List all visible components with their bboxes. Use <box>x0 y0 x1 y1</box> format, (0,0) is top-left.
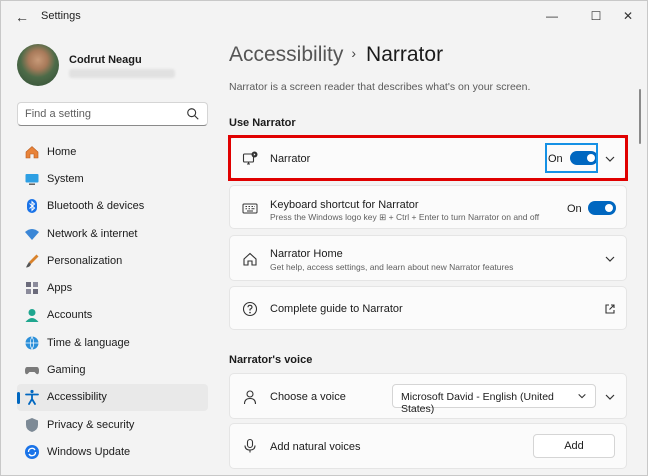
keyboard-shortcut-title: Keyboard shortcut for Narrator <box>270 199 419 211</box>
accounts-icon <box>24 307 40 323</box>
keyboard-shortcut-card: Keyboard shortcut for Narrator Press the… <box>229 185 627 229</box>
sidebar-item-label: Accessibility <box>47 391 107 404</box>
breadcrumb-parent[interactable]: Accessibility <box>229 43 343 66</box>
breadcrumb-separator: › <box>351 45 357 61</box>
sidebar-item-bluetooth[interactable]: Bluetooth & devices <box>17 193 208 220</box>
shield-icon <box>24 417 40 433</box>
sidebar-item-home[interactable]: Home <box>17 138 208 165</box>
apps-icon <box>24 280 40 296</box>
sidebar-item-label: Bluetooth & devices <box>47 200 145 213</box>
minimize-button[interactable]: — <box>537 5 567 27</box>
narrator-home-title: Narrator Home <box>270 248 343 260</box>
sidebar-item-label: Personalization <box>47 254 123 267</box>
avatar[interactable] <box>17 44 59 86</box>
sidebar-item-personalization[interactable]: Personalization <box>17 247 208 274</box>
natural-voices-title: Add natural voices <box>270 441 361 453</box>
accessibility-icon <box>24 389 40 406</box>
search-icon[interactable] <box>186 107 200 121</box>
brush-icon <box>24 253 40 269</box>
breadcrumb: Accessibility › Narrator <box>229 43 443 67</box>
sidebar-item-label: Network & internet <box>47 227 138 240</box>
chevron-down-icon[interactable] <box>604 391 616 403</box>
sidebar-item-network[interactable]: Network & internet <box>17 220 208 247</box>
narrator-home-card[interactable]: Narrator Home Get help, access settings,… <box>229 235 627 281</box>
help-icon <box>242 301 258 317</box>
maximize-button[interactable]: ☐ <box>581 5 611 27</box>
sidebar-item-gaming[interactable]: Gaming <box>17 356 208 383</box>
update-icon <box>24 444 40 460</box>
sidebar-item-label: Apps <box>47 282 73 295</box>
system-icon <box>24 171 40 187</box>
close-button[interactable]: ✕ <box>613 5 643 27</box>
external-link-icon[interactable] <box>604 303 616 315</box>
user-name: Codrut Neagu <box>69 54 142 66</box>
page-title: Narrator <box>366 43 444 66</box>
chevron-down-icon[interactable] <box>604 253 616 265</box>
home-icon <box>24 144 40 160</box>
section-narrators-voice: Narrator's voice <box>229 354 313 366</box>
sidebar-item-apps[interactable]: Apps <box>17 274 208 301</box>
complete-guide-card[interactable]: Complete guide to Narrator <box>229 286 627 330</box>
person-voice-icon <box>243 390 257 405</box>
settings-window: ← Settings — ☐ ✕ Codrut Neagu Find a set… <box>0 0 648 476</box>
sidebar-item-privacy[interactable]: Privacy & security <box>17 411 208 438</box>
microphone-icon <box>244 438 256 453</box>
sidebar-item-windows-update[interactable]: Windows Update <box>17 438 208 465</box>
sidebar-item-label: Windows Update <box>47 445 131 458</box>
keyboard-shortcut-subtitle: Press the Windows logo key ⊞ + Ctrl + En… <box>270 212 540 222</box>
sidebar-item-label: Gaming <box>47 364 86 377</box>
sidebar-item-label: Time & language <box>47 336 130 349</box>
search-input[interactable]: Find a setting <box>17 102 208 126</box>
keyboard-shortcut-state-label: On <box>567 203 582 215</box>
scrollbar[interactable] <box>639 89 641 144</box>
keyboard-icon <box>242 203 258 214</box>
complete-guide-title: Complete guide to Narrator <box>270 303 403 315</box>
search-placeholder: Find a setting <box>25 108 92 120</box>
back-button[interactable]: ← <box>11 8 33 26</box>
blue-highlight-box <box>545 143 598 173</box>
sidebar-item-label: System <box>47 172 84 185</box>
page-description: Narrator is a screen reader that describ… <box>229 81 531 93</box>
add-natural-voices-button[interactable]: Add <box>533 434 615 458</box>
keyboard-shortcut-toggle[interactable] <box>588 201 616 215</box>
sidebar-item-accessibility[interactable]: Accessibility <box>17 383 208 411</box>
globe-icon <box>24 335 40 351</box>
user-email-redacted <box>69 69 175 78</box>
sidebar-nav: Home System Bluetooth & devices Network … <box>17 138 208 466</box>
sidebar-item-accounts[interactable]: Accounts <box>17 302 208 329</box>
home-outline-icon <box>243 252 257 266</box>
gaming-icon <box>24 362 40 378</box>
title-bar: ← Settings — ☐ ✕ <box>1 1 647 33</box>
sidebar-item-system[interactable]: System <box>17 165 208 192</box>
sidebar-item-time-language[interactable]: Time & language <box>17 329 208 356</box>
sidebar-item-label: Home <box>47 145 77 158</box>
sidebar-item-label: Privacy & security <box>47 418 135 431</box>
chevron-down-icon <box>578 393 586 399</box>
wifi-icon <box>24 226 40 242</box>
choose-voice-title: Choose a voice <box>270 391 346 403</box>
app-title: Settings <box>41 10 81 22</box>
sidebar-item-label: Accounts <box>47 309 93 322</box>
section-use-narrator: Use Narrator <box>229 117 296 129</box>
narrator-home-subtitle: Get help, access settings, and learn abo… <box>270 262 514 272</box>
bluetooth-icon <box>24 198 40 214</box>
voice-select[interactable]: Microsoft David - English (United States… <box>392 384 596 415</box>
